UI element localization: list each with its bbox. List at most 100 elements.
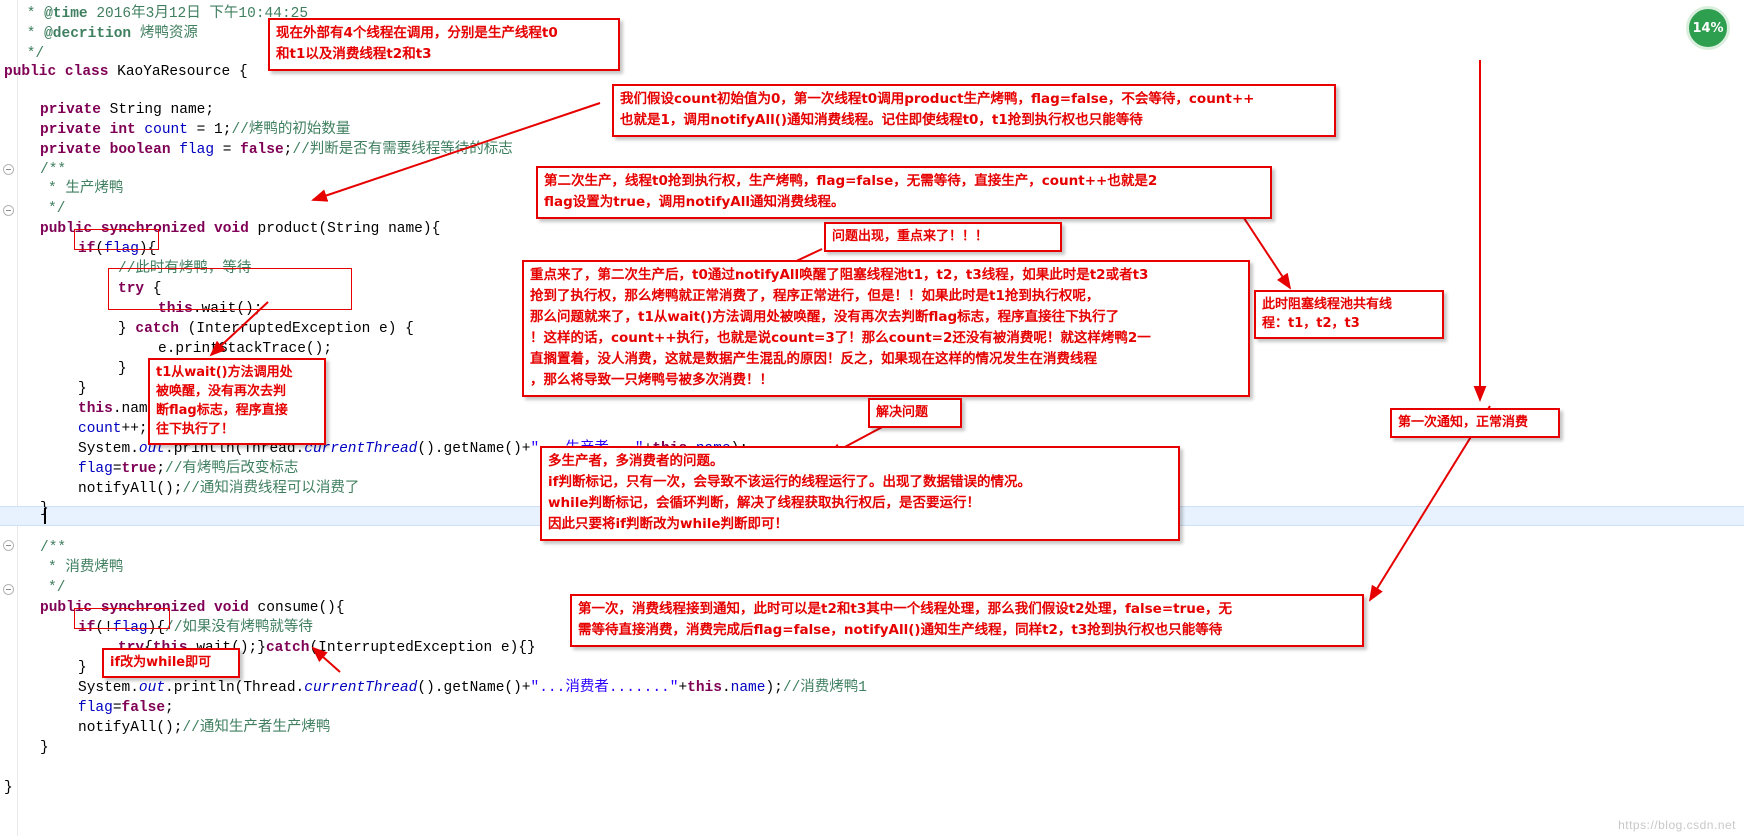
- code-token: count: [78, 421, 122, 437]
- code-token: private: [40, 102, 110, 118]
- if-flag-highlight: [74, 229, 159, 250]
- code-token: }: [78, 381, 87, 397]
- code-token: =: [112, 700, 122, 716]
- code-line[interactable]: * @decrition 烤鸭资源: [0, 24, 1744, 44]
- note-t1-awakened: t1从wait()方法调用处 被唤醒，没有再次去判 断flag标志，程序直接 往…: [148, 358, 326, 445]
- code-token: }: [118, 361, 127, 377]
- code-line[interactable]: }: [0, 658, 1744, 678]
- code-token: product(String name){: [257, 221, 441, 237]
- code-line[interactable]: }: [0, 738, 1744, 758]
- code-line[interactable]: flag=false;: [0, 698, 1744, 718]
- note-four-threads: 现在外部有4个线程在调用，分别是生产线程t0 和t1以及消费线程t2和t3: [268, 18, 620, 71]
- code-token: *: [18, 6, 45, 22]
- code-token: @time: [44, 6, 88, 22]
- code-token: flag: [78, 461, 113, 477]
- code-token: @decrition: [44, 26, 132, 42]
- code-token: * 消费烤鸭: [48, 560, 124, 576]
- code-token: String name;: [109, 102, 215, 118]
- code-token: flag: [179, 142, 215, 158]
- code-token: false: [121, 700, 166, 716]
- code-token: ().getName()+: [417, 441, 531, 457]
- note-first-consume: 第一次，消费线程接到通知，此时可以是t2和t3其中一个线程处理，那么我们假设t2…: [570, 594, 1364, 647]
- code-token: //通知消费线程可以消费了: [182, 481, 360, 497]
- code-token: //有烤鸭后改变标志: [165, 461, 299, 477]
- code-token: ;: [156, 461, 166, 477]
- code-line[interactable]: private boolean flag = false;//判断是否有需要线程…: [0, 140, 1744, 160]
- code-token: * 生产烤鸭: [48, 181, 124, 197]
- code-token: //烤鸭的初始数量: [231, 122, 351, 138]
- note-key-point-detail: 重点来了，第二次生产后，t0通过notifyAll唤醒了阻塞线程池t1，t2，t…: [522, 260, 1250, 397]
- code-token: //通知生产者生产烤鸭: [182, 720, 331, 736]
- code-token: }: [40, 740, 49, 756]
- code-token: }: [4, 780, 13, 796]
- code-token: public class: [4, 64, 118, 80]
- code-token: (InterruptedException e) {: [178, 321, 414, 337]
- code-line[interactable]: */: [0, 44, 1744, 64]
- code-token: false: [240, 142, 284, 158]
- code-token: flag: [78, 700, 113, 716]
- code-token: }: [78, 660, 87, 676]
- code-token: ().getName()+: [417, 680, 531, 696]
- code-token: private boolean: [40, 142, 180, 158]
- screenshot-root: * @time 2016年3月12日 下午10:44:25 * @decriti…: [0, 0, 1744, 836]
- code-token: this: [78, 401, 113, 417]
- code-line[interactable]: public class KaoYaResource {: [0, 62, 1744, 82]
- code-line[interactable]: System.out.println(Thread.currentThread(…: [0, 678, 1744, 698]
- note-solution-detail: 多生产者，多消费者的问题。 if判断标记，只有一次，会导致不该运行的线程运行了。…: [540, 446, 1180, 541]
- code-token: count: [144, 122, 188, 138]
- code-token: =: [214, 142, 241, 158]
- code-token: currentThread: [304, 680, 418, 696]
- note-second-production: 第二次生产，线程t0抢到执行权，生产烤鸭，flag=false，无需等待，直接生…: [536, 166, 1272, 219]
- code-token: //消费烤鸭1: [782, 680, 867, 696]
- code-token: =: [112, 461, 122, 477]
- code-token: System.: [78, 441, 139, 457]
- code-token: e.printStackTrace();: [158, 341, 333, 357]
- note-first-production: 我们假设count初始值为0，第一次线程t0调用product生产烤鸭，flag…: [612, 84, 1336, 137]
- code-token: .println(Thread.: [165, 680, 305, 696]
- code-token: .: [721, 680, 731, 696]
- code-token: System.: [78, 680, 139, 696]
- code-token: = 1;: [187, 122, 232, 138]
- code-token: true: [121, 461, 157, 477]
- code-token: //如果没有烤鸭就等待: [165, 620, 313, 636]
- code-line[interactable]: * 消费烤鸭: [0, 558, 1744, 578]
- note-blocking-pool: 此时阻塞线程池共有线 程：t1，t2，t3: [1254, 290, 1444, 339]
- progress-badge: 14%: [1686, 6, 1730, 50]
- code-token: }: [118, 321, 136, 337]
- code-token: +: [678, 680, 688, 696]
- code-token: /**: [40, 162, 67, 178]
- code-token: catch: [135, 321, 179, 337]
- code-token: *: [18, 26, 45, 42]
- code-token: consume(){: [257, 600, 345, 616]
- code-token: "...消费者.......": [530, 680, 679, 696]
- code-token: */: [48, 201, 66, 217]
- code-token: 烤鸭资源: [131, 26, 198, 42]
- code-token: */: [48, 580, 66, 596]
- code-line[interactable]: /**: [0, 538, 1744, 558]
- code-token: ++;: [121, 421, 148, 437]
- note-solve-problem: 解决问题: [868, 398, 962, 428]
- code-token: out: [138, 680, 166, 696]
- code-line[interactable]: * @time 2016年3月12日 下午10:44:25: [0, 4, 1744, 24]
- code-token: this: [687, 680, 722, 696]
- code-token: ;: [165, 700, 174, 716]
- watermark: https://blog.csdn.net: [1618, 818, 1736, 832]
- code-token: notifyAll();: [78, 720, 183, 736]
- code-line[interactable]: notifyAll();//通知生产者生产烤鸭: [0, 718, 1744, 738]
- code-line[interactable]: }: [0, 778, 1744, 798]
- code-token: /**: [40, 540, 67, 556]
- code-token: catch: [265, 640, 310, 656]
- code-token: //判断是否有需要线程等待的标志: [292, 142, 513, 158]
- note-first-notify: 第一次通知，正常消费: [1390, 408, 1560, 438]
- code-token: (InterruptedException e){}: [309, 640, 536, 656]
- code-token: notifyAll();: [78, 481, 183, 497]
- code-token: KaoYaResource {: [117, 64, 248, 80]
- code-token: );: [765, 680, 783, 696]
- try-wait-highlight: [108, 268, 352, 310]
- code-token: private int: [40, 122, 145, 138]
- if-not-flag-highlight: [74, 608, 170, 629]
- code-token: name: [730, 680, 766, 696]
- code-token: }: [40, 501, 49, 517]
- note-problem-appears: 问题出现，重点来了！！！: [824, 222, 1062, 252]
- code-token: */: [18, 46, 45, 62]
